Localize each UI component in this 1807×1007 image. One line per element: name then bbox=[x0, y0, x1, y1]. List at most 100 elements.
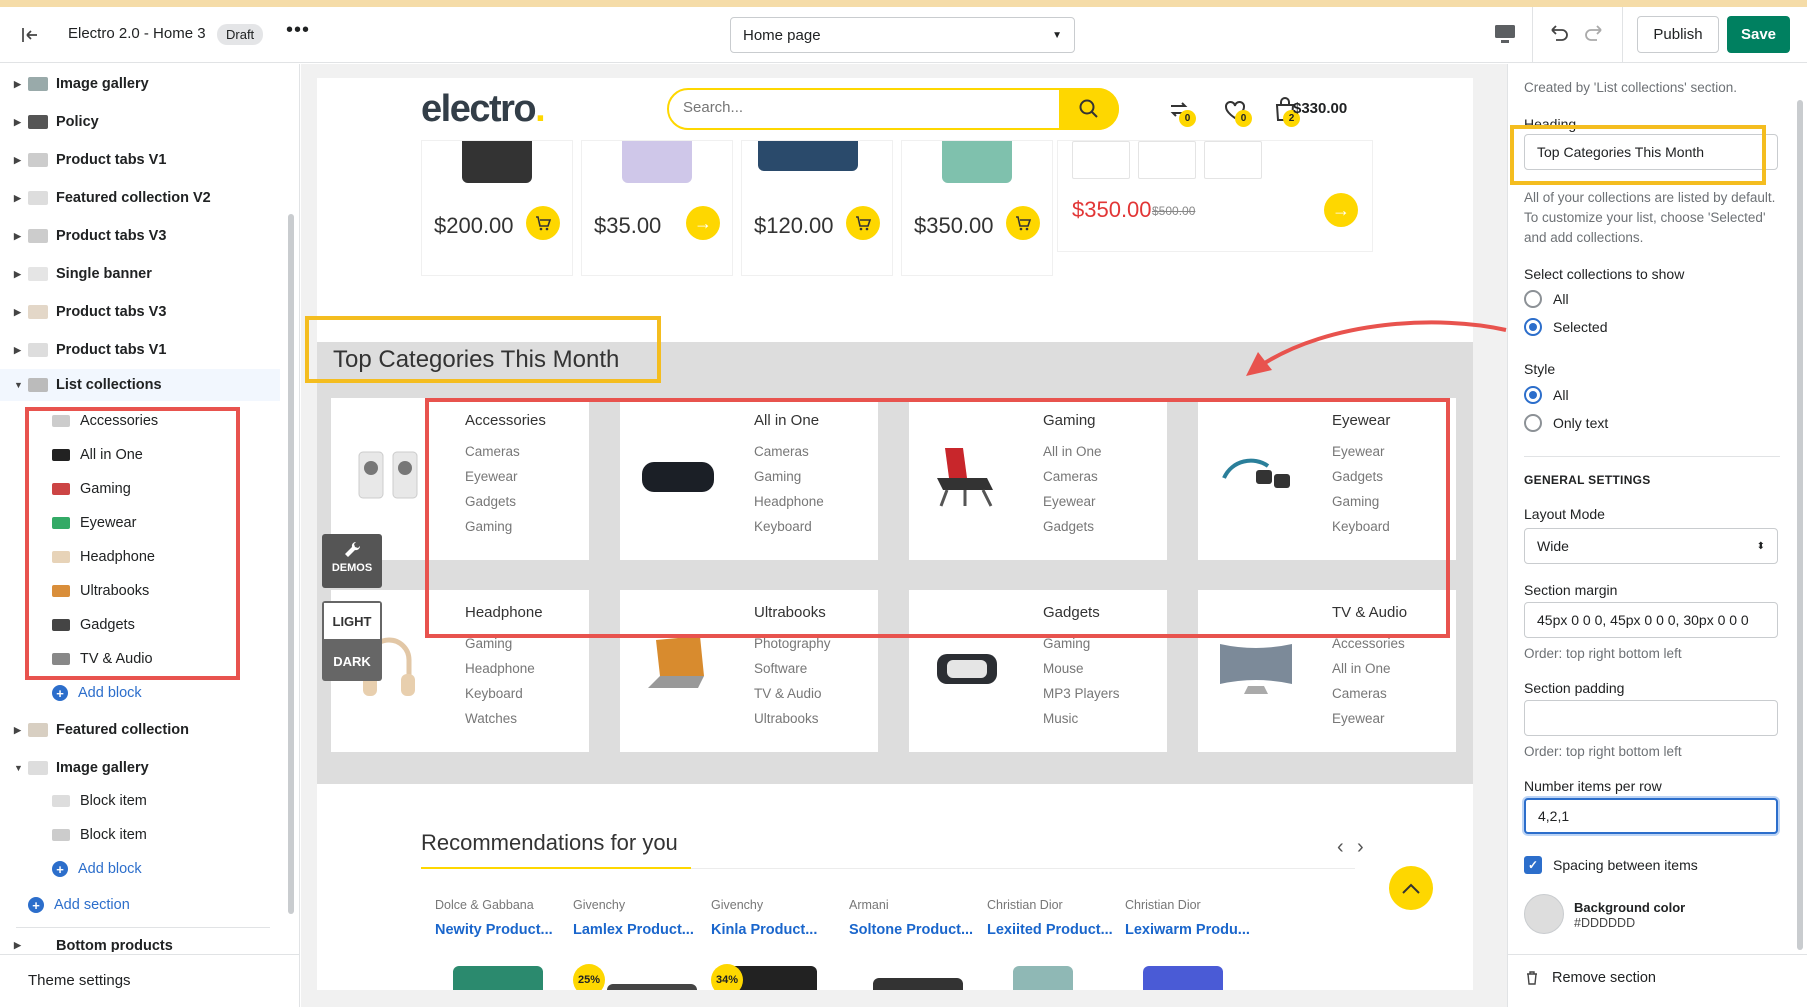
product-card[interactable]: $200.00 bbox=[421, 140, 573, 276]
collection-link[interactable]: Gaming bbox=[1332, 494, 1450, 519]
add-to-cart-button[interactable] bbox=[526, 206, 560, 240]
product-name[interactable]: Lamlex Product... bbox=[573, 922, 723, 938]
collection-link[interactable]: Photography bbox=[754, 636, 872, 661]
block-item[interactable]: All in One bbox=[0, 440, 280, 470]
collection-link[interactable]: All in One bbox=[1332, 661, 1450, 686]
demos-button[interactable]: DEMOS bbox=[322, 534, 382, 588]
collection-link[interactable]: Eyewear bbox=[1332, 444, 1450, 469]
section-image-gallery-2[interactable]: ▼ Image gallery bbox=[0, 752, 280, 784]
collection-title[interactable]: TV & Audio bbox=[1332, 604, 1450, 621]
list-collections-section[interactable]: Top Categories This Month Accessories Ca… bbox=[317, 342, 1473, 784]
save-button[interactable]: Save bbox=[1727, 16, 1790, 53]
section-bottom-products[interactable]: ▶ Bottom products bbox=[0, 936, 280, 952]
product-name[interactable]: Kinla Product... bbox=[711, 922, 861, 938]
radio-selected-collections[interactable]: Selected bbox=[1524, 318, 1607, 336]
expand-arrow-icon[interactable]: ▶ bbox=[14, 231, 21, 242]
add-to-cart-button[interactable] bbox=[1006, 206, 1040, 240]
featured-product-card[interactable]: $350.00 $500.00 → bbox=[1057, 140, 1373, 252]
block-item[interactable]: Headphone bbox=[0, 542, 280, 572]
product-thumbnail[interactable] bbox=[1204, 141, 1262, 179]
block-item[interactable]: Eyewear bbox=[0, 508, 280, 538]
carousel-prev-icon[interactable]: ‹ bbox=[1337, 836, 1344, 859]
remove-section-button[interactable]: Remove section bbox=[1524, 970, 1656, 986]
collection-link[interactable]: All in One bbox=[1043, 444, 1161, 469]
recommended-product[interactable]: Armani Soltone Product... bbox=[849, 898, 999, 938]
collection-card[interactable]: All in One Cameras Gaming Headphone Keyb… bbox=[620, 398, 878, 560]
collection-link[interactable]: Headphone bbox=[465, 661, 583, 686]
collection-link[interactable]: MP3 Players bbox=[1043, 686, 1161, 711]
collection-link[interactable]: Eyewear bbox=[1043, 494, 1161, 519]
section-policy[interactable]: ▶ Policy bbox=[0, 106, 280, 138]
undo-icon[interactable] bbox=[1545, 21, 1571, 47]
settings-scrollbar[interactable] bbox=[1797, 100, 1803, 950]
block-item[interactable]: Ultrabooks bbox=[0, 576, 280, 606]
expand-arrow-icon[interactable]: ▶ bbox=[14, 307, 21, 318]
product-card[interactable]: $350.00 bbox=[901, 140, 1053, 276]
expand-arrow-icon[interactable]: ▶ bbox=[14, 345, 21, 356]
product-name[interactable]: Lexiwarm Produ... bbox=[1125, 922, 1275, 938]
collection-link[interactable]: Watches bbox=[465, 711, 583, 736]
product-name[interactable]: Lexiited Product... bbox=[987, 922, 1137, 938]
checkmark-icon[interactable]: ✓ bbox=[1524, 856, 1542, 874]
section-margin-input[interactable]: 45px 0 0 0, 45px 0 0 0, 30px 0 0 0 bbox=[1524, 602, 1778, 638]
more-actions-icon[interactable]: ••• bbox=[286, 19, 310, 42]
section-featured-collection-v2[interactable]: ▶ Featured collection V2 bbox=[0, 182, 280, 214]
block-item[interactable]: Block item bbox=[0, 786, 280, 816]
add-section-button[interactable]: + Add section bbox=[28, 890, 130, 920]
radio-button[interactable] bbox=[1524, 290, 1542, 308]
sidebar-scrollbar[interactable] bbox=[288, 214, 294, 914]
collection-link[interactable]: Eyewear bbox=[465, 469, 583, 494]
collection-card[interactable]: Eyewear Eyewear Gadgets Gaming Keyboard bbox=[1198, 398, 1456, 560]
store-search[interactable] bbox=[667, 88, 1119, 130]
collection-link[interactable]: Accessories bbox=[1332, 636, 1450, 661]
collection-link[interactable]: Keyboard bbox=[465, 686, 583, 711]
collection-card[interactable]: TV & Audio Accessories All in One Camera… bbox=[1198, 590, 1456, 752]
collection-link[interactable]: Gadgets bbox=[465, 494, 583, 519]
collection-link[interactable]: Keyboard bbox=[1332, 519, 1450, 544]
expand-arrow-icon[interactable]: ▶ bbox=[14, 79, 21, 90]
section-featured-collection[interactable]: ▶ Featured collection bbox=[0, 714, 280, 746]
recommended-product[interactable]: Christian Dior Lexiwarm Produ... bbox=[1125, 898, 1275, 938]
collection-link[interactable]: Cameras bbox=[465, 444, 583, 469]
expand-arrow-icon[interactable]: ▶ bbox=[14, 117, 21, 128]
expand-arrow-icon[interactable]: ▶ bbox=[14, 940, 21, 951]
layout-mode-select[interactable]: Wide ⬍ bbox=[1524, 528, 1778, 564]
expand-arrow-icon[interactable]: ▶ bbox=[14, 155, 21, 166]
carousel-next-icon[interactable]: › bbox=[1357, 836, 1364, 859]
collection-link[interactable]: Gaming bbox=[465, 519, 583, 544]
product-thumbnail[interactable] bbox=[1072, 141, 1130, 179]
expand-arrow-icon[interactable]: ▶ bbox=[14, 269, 21, 280]
collection-title[interactable]: Headphone bbox=[465, 604, 583, 621]
store-logo[interactable]: electro. bbox=[421, 88, 546, 131]
collection-title[interactable]: Eyewear bbox=[1332, 412, 1450, 429]
background-color-swatch[interactable] bbox=[1524, 894, 1564, 934]
collection-link[interactable]: Software bbox=[754, 661, 872, 686]
collection-card[interactable]: Gaming All in One Cameras Eyewear Gadget… bbox=[909, 398, 1167, 560]
product-name[interactable]: Newity Product... bbox=[435, 922, 585, 938]
spacing-checkbox[interactable]: ✓ Spacing between items bbox=[1524, 856, 1698, 874]
collection-link[interactable]: Gaming bbox=[754, 469, 872, 494]
product-card[interactable]: $35.00 → bbox=[581, 140, 733, 276]
collection-title[interactable]: Ultrabooks bbox=[754, 604, 872, 621]
heading-input[interactable]: Top Categories This Month bbox=[1524, 134, 1778, 170]
template-select[interactable]: Home page ▼ bbox=[730, 17, 1075, 53]
desktop-preview-icon[interactable] bbox=[1492, 21, 1520, 49]
collection-link[interactable]: Keyboard bbox=[754, 519, 872, 544]
add-block-button[interactable]: + Add block bbox=[52, 854, 142, 884]
radio-style-all[interactable]: All bbox=[1524, 386, 1569, 404]
view-product-button[interactable]: → bbox=[1324, 193, 1358, 227]
recommended-product[interactable]: Dolce & Gabbana Newity Product... bbox=[435, 898, 585, 938]
collection-title[interactable]: Gadgets bbox=[1043, 604, 1161, 621]
radio-button[interactable] bbox=[1524, 414, 1542, 432]
scroll-to-top-button[interactable] bbox=[1389, 866, 1433, 910]
items-per-row-input[interactable]: 4,2,1 bbox=[1524, 798, 1778, 834]
search-button[interactable] bbox=[1059, 88, 1119, 130]
collection-link[interactable]: Gaming bbox=[1043, 636, 1161, 661]
radio-style-only-text[interactable]: Only text bbox=[1524, 414, 1608, 432]
radio-button[interactable] bbox=[1524, 386, 1542, 404]
add-block-button[interactable]: + Add block bbox=[52, 678, 142, 708]
recommended-product[interactable]: Givenchy Kinla Product... bbox=[711, 898, 861, 938]
block-item[interactable]: TV & Audio bbox=[0, 644, 280, 674]
product-thumbnail[interactable] bbox=[1138, 141, 1196, 179]
collection-link[interactable]: Music bbox=[1043, 711, 1161, 736]
